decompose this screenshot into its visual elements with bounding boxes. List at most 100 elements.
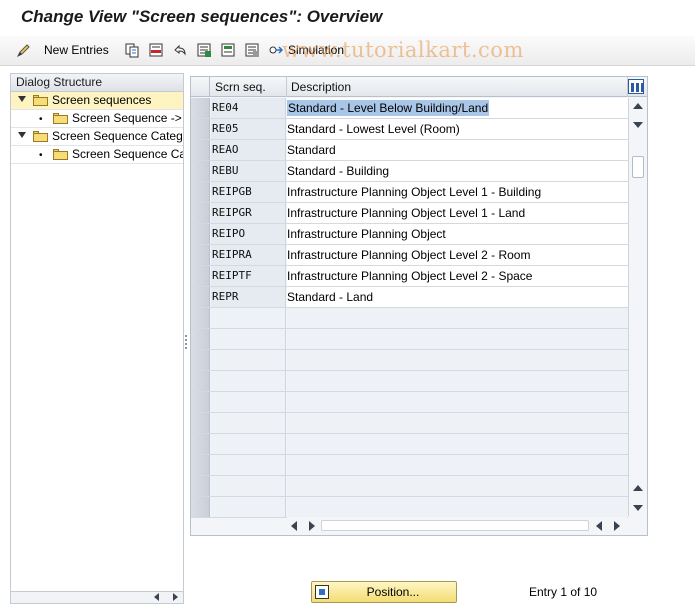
row-selector[interactable] [191, 371, 210, 391]
row-selector[interactable] [191, 98, 210, 118]
table-row[interactable]: RE04 Standard - Level Below Building/Land [191, 98, 628, 119]
dialog-hscrollbar[interactable] [11, 591, 183, 603]
row-selector[interactable] [191, 413, 210, 433]
select-all-rows-cell[interactable] [191, 77, 210, 97]
description-cell[interactable]: Infrastructure Planning Object [287, 224, 628, 244]
row-selector[interactable] [191, 476, 210, 496]
row-selector[interactable] [191, 140, 210, 160]
tree-item-screen-sequence-ca[interactable]: • Screen Sequence Ca [11, 146, 183, 164]
undo-change-button[interactable] [172, 40, 188, 60]
row-selector[interactable] [191, 497, 210, 517]
row-selector[interactable] [191, 182, 210, 202]
description-cell[interactable]: Infrastructure Planning Object Level 2 -… [287, 266, 628, 286]
empty-cell[interactable] [211, 497, 286, 517]
table-row[interactable]: REIPRA Infrastructure Planning Object Lev… [191, 245, 628, 266]
empty-cell[interactable] [287, 392, 628, 412]
empty-cell[interactable] [287, 497, 628, 517]
row-selector[interactable] [191, 161, 210, 181]
page-down-icon[interactable] [633, 505, 643, 511]
select-all-button[interactable] [196, 40, 212, 60]
empty-table-row[interactable] [191, 308, 628, 329]
empty-table-row[interactable] [191, 392, 628, 413]
empty-cell[interactable] [211, 413, 286, 433]
page-up-icon[interactable] [633, 485, 643, 491]
empty-cell[interactable] [211, 434, 286, 454]
column-header-description[interactable]: Description [287, 77, 628, 97]
scroll-up-icon[interactable] [633, 103, 643, 109]
row-selector[interactable] [191, 350, 210, 370]
empty-cell[interactable] [287, 308, 628, 328]
hscroll-track[interactable] [321, 520, 589, 531]
table-row[interactable]: REAO Standard [191, 140, 628, 161]
empty-cell[interactable] [287, 371, 628, 391]
column-header-scrn-seq[interactable]: Scrn seq. [211, 77, 287, 97]
table-settings-icon[interactable] [628, 79, 644, 94]
scroll-left-icon[interactable] [154, 593, 159, 601]
panel-splitter[interactable] [185, 335, 188, 353]
position-button[interactable]: Position... [311, 581, 457, 603]
description-cell[interactable]: Standard - Level Below Building/Land [287, 98, 628, 118]
empty-cell[interactable] [287, 476, 628, 496]
empty-cell[interactable] [211, 350, 286, 370]
description-cell[interactable]: Standard [287, 140, 628, 160]
table-vscrollbar[interactable] [628, 98, 647, 516]
empty-cell[interactable] [287, 455, 628, 475]
empty-cell[interactable] [211, 371, 286, 391]
row-selector[interactable] [191, 224, 210, 244]
table-row[interactable]: RE05 Standard - Lowest Level (Room) [191, 119, 628, 140]
scroll-right-icon[interactable] [309, 521, 315, 531]
table-row[interactable]: REIPGR Infrastructure Planning Object Lev… [191, 203, 628, 224]
copy-as-button[interactable] [124, 40, 140, 60]
empty-cell[interactable] [211, 329, 286, 349]
new-entries-button[interactable]: New Entries [40, 40, 109, 60]
description-cell[interactable]: Infrastructure Planning Object Level 1 -… [287, 182, 628, 202]
scroll-down-icon[interactable] [633, 122, 643, 128]
deselect-all-button[interactable] [244, 40, 260, 60]
select-block-button[interactable] [220, 40, 236, 60]
empty-cell[interactable] [211, 476, 286, 496]
description-cell[interactable]: Infrastructure Planning Object Level 2 -… [287, 245, 628, 265]
empty-table-row[interactable] [191, 497, 628, 518]
table-row[interactable]: REIPTF Infrastructure Planning Object Lev… [191, 266, 628, 287]
row-selector[interactable] [191, 266, 210, 286]
scroll-thumb[interactable] [632, 156, 644, 178]
table-row[interactable]: REBU Standard - Building [191, 161, 628, 182]
scroll-left-icon[interactable] [596, 521, 602, 531]
empty-table-row[interactable] [191, 434, 628, 455]
delete-button[interactable] [148, 40, 164, 60]
empty-cell[interactable] [287, 434, 628, 454]
scroll-right-icon[interactable] [614, 521, 620, 531]
empty-table-row[interactable] [191, 455, 628, 476]
row-selector[interactable] [191, 434, 210, 454]
table-row[interactable]: REPR Standard - Land [191, 287, 628, 308]
row-selector[interactable] [191, 329, 210, 349]
empty-cell[interactable] [211, 455, 286, 475]
empty-cell[interactable] [287, 329, 628, 349]
row-selector[interactable] [191, 308, 210, 328]
tree-item-screen-sequences[interactable]: Screen sequences [11, 92, 183, 110]
description-cell[interactable]: Infrastructure Planning Object Level 1 -… [287, 203, 628, 223]
row-selector[interactable] [191, 119, 210, 139]
expand-triangle-icon[interactable] [18, 132, 26, 138]
display-change-button[interactable] [16, 40, 32, 60]
tree-item-screen-sequence-categ[interactable]: Screen Sequence Categ [11, 128, 183, 146]
row-selector[interactable] [191, 203, 210, 223]
empty-table-row[interactable] [191, 350, 628, 371]
description-cell[interactable]: Standard - Building [287, 161, 628, 181]
scroll-left-icon[interactable] [291, 521, 297, 531]
row-selector[interactable] [191, 392, 210, 412]
empty-table-row[interactable] [191, 413, 628, 434]
empty-cell[interactable] [287, 350, 628, 370]
row-selector[interactable] [191, 287, 210, 307]
table-row[interactable]: REIPGB Infrastructure Planning Object Lev… [191, 182, 628, 203]
expand-triangle-icon[interactable] [18, 96, 26, 102]
table-row[interactable]: REIPO Infrastructure Planning Object [191, 224, 628, 245]
row-selector[interactable] [191, 245, 210, 265]
empty-table-row[interactable] [191, 476, 628, 497]
empty-table-row[interactable] [191, 329, 628, 350]
empty-cell[interactable] [211, 392, 286, 412]
tree-item-screen-sequence-sub[interactable]: • Screen Sequence -> [11, 110, 183, 128]
row-selector[interactable] [191, 455, 210, 475]
scroll-right-icon[interactable] [173, 593, 178, 601]
description-cell[interactable]: Standard - Lowest Level (Room) [287, 119, 628, 139]
